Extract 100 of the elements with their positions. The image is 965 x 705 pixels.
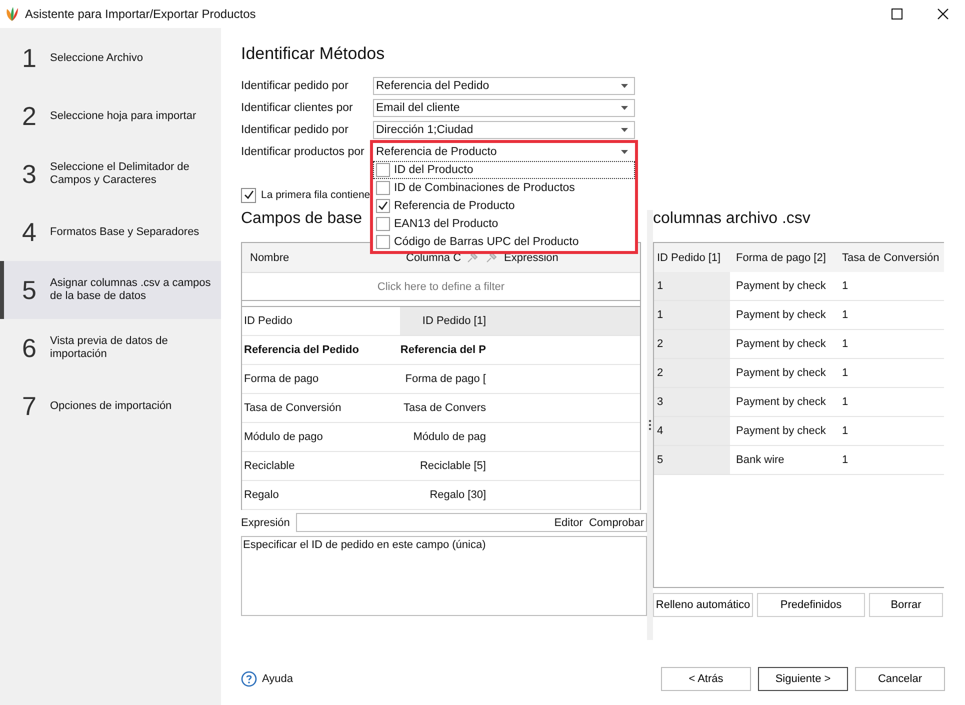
- step-label: Seleccione el Delimitador de Campos y Caracteres: [50, 161, 190, 187]
- step-number: 2: [22, 100, 38, 132]
- table-row[interactable]: ID Pedido ID Pedido [1]: [242, 307, 640, 336]
- maximize-icon[interactable]: [891, 8, 903, 20]
- pin-icon[interactable]: [485, 251, 498, 264]
- dropdown-option[interactable]: Código de Barras UPC del Producto: [373, 233, 635, 251]
- step-label: Opciones de importación: [50, 400, 173, 412]
- close-icon[interactable]: [937, 8, 949, 20]
- wizard-step[interactable]: 6 Vista previa de datos de importación: [0, 319, 221, 377]
- checkbox[interactable]: [376, 235, 390, 249]
- help-link[interactable]: Ayuda: [262, 673, 293, 685]
- panel-button[interactable]: Borrar: [869, 593, 943, 617]
- step-label: Formatos Base y Separadores: [50, 226, 200, 238]
- step-label: Asignar columnas .csv a campos de la base de datos: [50, 277, 212, 303]
- pin-icon[interactable]: [466, 251, 479, 264]
- table-cell: 1: [654, 272, 730, 300]
- table-cell-text: Módulo de pag: [412, 431, 486, 443]
- table-cell-text: Payment by check: [735, 309, 827, 321]
- step-number: 5: [22, 274, 38, 306]
- table-cell-text: Payment by check: [735, 280, 827, 292]
- step-number: 1: [22, 42, 38, 74]
- table-row[interactable]: Tasa de Conversión Tasa de Convers: [242, 394, 640, 423]
- window-title: Asistente para Importar/Exportar Productos: [25, 7, 256, 21]
- table-cell-text: ID Pedido [1]: [421, 315, 486, 327]
- nav-button[interactable]: Cancelar: [855, 667, 945, 691]
- checkbox[interactable]: [241, 188, 256, 202]
- dropdown-option[interactable]: EAN13 del Producto: [373, 215, 635, 233]
- table-cell-text: Payment by check: [735, 396, 827, 408]
- table-row[interactable]: Referencia del Pedido Referencia del P: [242, 336, 640, 365]
- field-label: Identificar clientes por: [241, 102, 354, 114]
- dropdown-option[interactable]: Referencia de Producto: [373, 197, 635, 215]
- wizard-step[interactable]: 2 Seleccione hoja para importar: [0, 87, 221, 145]
- panel-button[interactable]: Predefinidos: [757, 593, 865, 617]
- wizard-step[interactable]: 3 Seleccione el Delimitador de Campos y Caracteres: [0, 145, 221, 203]
- table-cell-text: Reciclable [5]: [418, 460, 486, 472]
- table-cell-text: Payment by check: [735, 338, 827, 350]
- link-button[interactable]: Editor: [554, 516, 583, 528]
- filter-row[interactable]: Click here to define a filter: [242, 272, 640, 301]
- step-label: Vista previa de datos de importación: [50, 335, 169, 361]
- nav-button[interactable]: < Atrás: [661, 667, 751, 691]
- table-cell-text: Tasa de Conversión: [243, 402, 342, 414]
- nav-button[interactable]: Siguiente >: [758, 667, 848, 691]
- table-cell: 1: [654, 301, 730, 329]
- help-icon[interactable]: [241, 671, 257, 687]
- table-cell: Referencia del P: [400, 344, 486, 356]
- checkbox[interactable]: [376, 163, 390, 177]
- checkbox[interactable]: [376, 217, 390, 231]
- table-row[interactable]: Módulo de pago Módulo de pag: [242, 423, 640, 452]
- panel-button[interactable]: Relleno automático: [653, 593, 753, 617]
- table-cell-text: 1: [841, 454, 848, 466]
- table-row[interactable]: Forma de pago Forma de pago [: [242, 365, 640, 394]
- column-header: Forma de pago [2]: [735, 252, 827, 264]
- wizard-step[interactable]: 4 Formatos Base y Separadores: [0, 203, 221, 261]
- link-button[interactable]: Comprobar: [588, 516, 644, 528]
- table-cell-text: Bank wire: [735, 454, 786, 466]
- table-cell: 5: [654, 446, 730, 474]
- splitter-grip-icon[interactable]: [648, 420, 652, 430]
- dropdown[interactable]: Dirección 1;Ciudad: [373, 121, 635, 139]
- table-cell-text: Payment by check: [735, 425, 827, 437]
- checkbox[interactable]: [376, 199, 390, 213]
- table-cell-text: 1: [841, 425, 848, 437]
- wizard-step[interactable]: 1 Seleccione Archivo: [0, 29, 221, 87]
- table-cell: 3: [654, 388, 730, 416]
- table-cell: 2: [654, 359, 730, 387]
- table-cell-text: ID Pedido: [243, 315, 294, 327]
- step-number: 7: [22, 390, 38, 422]
- table-cell-text: Forma de pago [: [404, 373, 486, 385]
- caret-icon: [621, 106, 628, 110]
- table-cell-text: 1: [841, 396, 848, 408]
- dropdown[interactable]: Email del cliente: [373, 99, 635, 117]
- table-cell: 4: [654, 417, 730, 445]
- step-label: Seleccione hoja para importar: [50, 110, 198, 122]
- checkbox[interactable]: [376, 181, 390, 195]
- table-cell-text: Regalo: [243, 489, 280, 501]
- step-label: Seleccione Archivo: [50, 52, 144, 64]
- table-cell-text: 1: [841, 338, 848, 350]
- table-cell-text: Reciclable: [243, 460, 296, 472]
- description-box: Especificar el ID de pedido en este campo (única): [241, 536, 647, 616]
- column-header: Expression: [504, 252, 558, 264]
- table-cell-text: 1: [841, 309, 848, 321]
- wizard-step[interactable]: 7 Opciones de importación: [0, 377, 221, 435]
- column-header: ID Pedido [1]: [656, 250, 722, 266]
- step-number: 3: [22, 158, 38, 190]
- dropdown-option[interactable]: ID de Combinaciones de Productos: [373, 179, 635, 197]
- wizard-step[interactable]: 5 Asignar columnas .csv a campos de la base de datos: [0, 261, 221, 319]
- table-row[interactable]: Reciclable Reciclable [5]: [242, 452, 640, 481]
- table-cell-text: Regalo [30]: [428, 489, 486, 501]
- table-cell-text: 1: [841, 280, 848, 292]
- step-number: 4: [22, 216, 38, 248]
- dropdown-option[interactable]: ID del Producto: [373, 161, 635, 179]
- expression-field[interactable]: Editor Comprobar: [296, 513, 647, 532]
- caret-icon: [621, 84, 628, 88]
- checkbox-label: La primera fila contiene: [261, 189, 370, 201]
- leaf-logo-icon: [5, 6, 19, 22]
- caret-icon: [621, 128, 628, 132]
- dropdown[interactable]: Referencia del Pedido: [373, 77, 635, 95]
- step-number: 6: [22, 332, 38, 364]
- panel-heading: Campos de base: [241, 210, 362, 229]
- table-row[interactable]: Regalo Regalo [30]: [242, 481, 640, 510]
- table-cell-text: 1: [841, 367, 848, 379]
